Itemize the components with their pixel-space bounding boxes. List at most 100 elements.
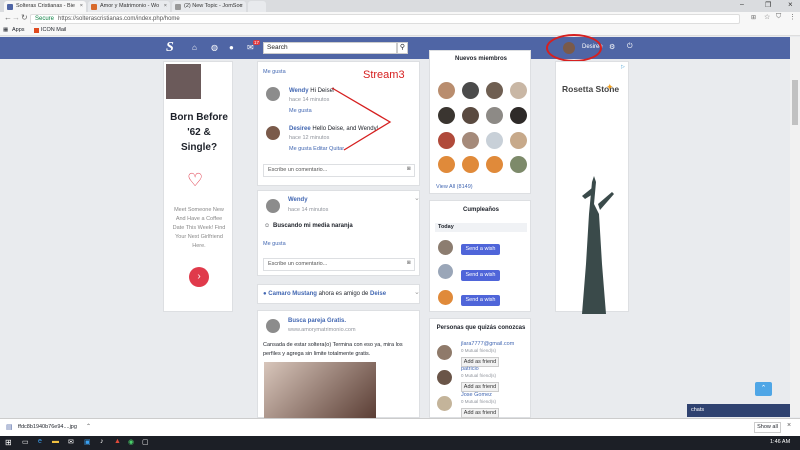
send-wish-button[interactable]: Send a wish bbox=[461, 244, 500, 255]
member-avatar[interactable] bbox=[510, 82, 527, 99]
taskbar-app-icon[interactable]: e bbox=[38, 438, 42, 445]
user-icon[interactable]: ● bbox=[229, 43, 234, 52]
start-icon[interactable]: ⊞ bbox=[5, 438, 12, 447]
search-button[interactable]: ⚲ bbox=[397, 42, 408, 54]
chevron-down-icon[interactable]: ⌄ bbox=[414, 194, 420, 202]
menu-icon[interactable]: ⋮ bbox=[789, 13, 796, 21]
maximize-icon[interactable]: ❐ bbox=[765, 1, 771, 9]
suggestion-avatar[interactable] bbox=[437, 396, 452, 411]
bookmark-star-icon[interactable]: ☆ bbox=[764, 13, 770, 21]
search-input[interactable]: Search bbox=[263, 42, 397, 54]
like-link[interactable]: Me gusta bbox=[263, 241, 286, 247]
comment-author[interactable]: Wendy bbox=[289, 88, 309, 94]
scrollbar-thumb[interactable] bbox=[792, 80, 798, 125]
member-avatar[interactable] bbox=[462, 156, 479, 173]
adchoices-icon[interactable]: ▷ bbox=[621, 64, 625, 70]
send-wish-button[interactable]: Send a wish bbox=[461, 295, 500, 306]
back-icon[interactable]: ← bbox=[4, 13, 12, 22]
member-avatar[interactable] bbox=[438, 156, 455, 173]
browser-tab[interactable]: Solteras Cristianas - Bie × bbox=[4, 1, 86, 12]
taskbar-app-icon[interactable]: ♪ bbox=[100, 438, 104, 445]
chevron-up-icon[interactable]: ⌃ bbox=[86, 423, 91, 430]
add-friend-button[interactable]: Add as friend bbox=[461, 382, 499, 392]
post-title[interactable]: Busca pareja Gratis. bbox=[288, 318, 346, 324]
site-logo[interactable]: S bbox=[166, 40, 174, 56]
power-icon[interactable]: ⏻ bbox=[627, 43, 633, 51]
comment-input[interactable]: Escribe un comentario... bbox=[263, 164, 415, 177]
taskbar-app-icon[interactable]: ▲ bbox=[114, 438, 121, 445]
post-author[interactable]: Wendy bbox=[288, 197, 308, 203]
ad-left[interactable]: Born Before '62 & Single? ♡ Meet Someone… bbox=[163, 61, 233, 312]
taskbar-app-icon[interactable]: ▣ bbox=[84, 438, 91, 446]
send-wish-button[interactable]: Send a wish bbox=[461, 270, 500, 281]
bookmarks-bar: ▦ Apps ICON Mail bbox=[0, 25, 800, 36]
member-avatar[interactable] bbox=[510, 156, 527, 173]
forward-icon[interactable]: → bbox=[12, 13, 20, 22]
member-avatar[interactable] bbox=[462, 132, 479, 149]
member-avatar[interactable] bbox=[462, 107, 479, 124]
member-avatar[interactable] bbox=[486, 82, 503, 99]
taskbar-app-icon[interactable]: ▬ bbox=[52, 438, 59, 445]
extension-icon[interactable]: ⛉ bbox=[776, 13, 781, 21]
suggestion-name[interactable]: jlara7777@gmail.com bbox=[461, 341, 514, 347]
member-avatar[interactable] bbox=[438, 107, 455, 124]
reload-icon[interactable]: ↻ bbox=[21, 13, 28, 22]
suggestion-mutual: 0 Mutual friend(s) bbox=[461, 373, 497, 378]
show-all-button[interactable]: Show all bbox=[754, 422, 781, 433]
add-friend-button[interactable]: Add as friend bbox=[461, 408, 499, 418]
member-avatar[interactable] bbox=[462, 82, 479, 99]
close-icon[interactable]: × bbox=[80, 1, 83, 12]
suggestion-name[interactable]: Jose Gomez bbox=[461, 392, 492, 398]
suggestion-name[interactable]: patricio bbox=[461, 366, 479, 372]
globe-icon[interactable]: ◍ bbox=[211, 43, 218, 52]
ad-body: Meet Someone New And Have a Coffee Date … bbox=[172, 207, 226, 249]
comment-author[interactable]: Desiree bbox=[289, 126, 311, 132]
close-icon[interactable]: × bbox=[164, 1, 167, 12]
browser-tab[interactable]: (2) New Topic - JomSoc × bbox=[172, 1, 246, 12]
suggestion-avatar[interactable] bbox=[437, 345, 452, 360]
member-avatar[interactable] bbox=[510, 132, 527, 149]
chrome-icon[interactable]: ◉ bbox=[128, 438, 134, 446]
member-avatar[interactable] bbox=[486, 107, 503, 124]
url-input[interactable]: Secure https://solterascristianas.com/ind… bbox=[30, 14, 740, 24]
activity-name[interactable]: Camaro Mustang bbox=[268, 291, 317, 297]
member-avatar[interactable] bbox=[510, 107, 527, 124]
avatar bbox=[266, 87, 280, 101]
ad-right[interactable]: ▷ Rosetta Stone ✦ bbox=[555, 61, 629, 314]
download-filename[interactable]: ffdc8b1940b76e94....jpg bbox=[18, 424, 77, 430]
taskbar-app-icon[interactable]: ▢ bbox=[142, 438, 149, 446]
comment-input[interactable]: Escribe un comentario... bbox=[263, 258, 415, 271]
close-icon[interactable]: × bbox=[787, 422, 791, 429]
bookmark-icon-mail[interactable]: ICON Mail bbox=[41, 25, 66, 36]
activity-name[interactable]: Deise bbox=[370, 291, 386, 297]
browser-tab[interactable]: Amor y Matrimonio - Wo × bbox=[88, 1, 170, 12]
bookmark-apps[interactable]: Apps bbox=[12, 25, 25, 36]
camera-icon[interactable]: ◙ bbox=[407, 260, 411, 266]
home-icon[interactable]: ⌂ bbox=[192, 43, 197, 52]
suggestion-avatar[interactable] bbox=[437, 370, 452, 385]
member-avatar[interactable] bbox=[438, 82, 455, 99]
window-close-icon[interactable]: × bbox=[788, 0, 793, 9]
translate-icon[interactable]: ⊞ bbox=[751, 14, 756, 21]
comment-actions[interactable]: Me gusta bbox=[289, 108, 312, 114]
minimize-icon[interactable]: – bbox=[740, 1, 744, 8]
taskbar-app-icon[interactable]: ✉ bbox=[68, 438, 74, 446]
member-avatar[interactable] bbox=[486, 156, 503, 173]
close-icon[interactable]: × bbox=[240, 1, 243, 12]
members-grid bbox=[436, 80, 528, 176]
ad-arrow-button[interactable]: › bbox=[189, 267, 209, 287]
scroll-top-button[interactable]: ⌃ bbox=[755, 382, 772, 396]
gear-icon[interactable]: ⚙ bbox=[609, 43, 615, 51]
new-tab-button[interactable] bbox=[248, 1, 266, 12]
birthday-avatar[interactable] bbox=[438, 290, 453, 305]
birthday-avatar[interactable] bbox=[438, 240, 453, 255]
member-avatar[interactable] bbox=[486, 132, 503, 149]
birthday-avatar[interactable] bbox=[438, 264, 453, 279]
like-link[interactable]: Me gusta bbox=[263, 69, 286, 75]
view-all-link[interactable]: View All (8149) bbox=[436, 184, 473, 190]
taskbar-app-icon[interactable]: ▭ bbox=[22, 438, 29, 446]
chats-bar[interactable]: chats bbox=[687, 404, 790, 417]
member-avatar[interactable] bbox=[438, 132, 455, 149]
camera-icon[interactable]: ◙ bbox=[407, 166, 411, 172]
chevron-down-icon[interactable]: ⌄ bbox=[414, 288, 420, 296]
